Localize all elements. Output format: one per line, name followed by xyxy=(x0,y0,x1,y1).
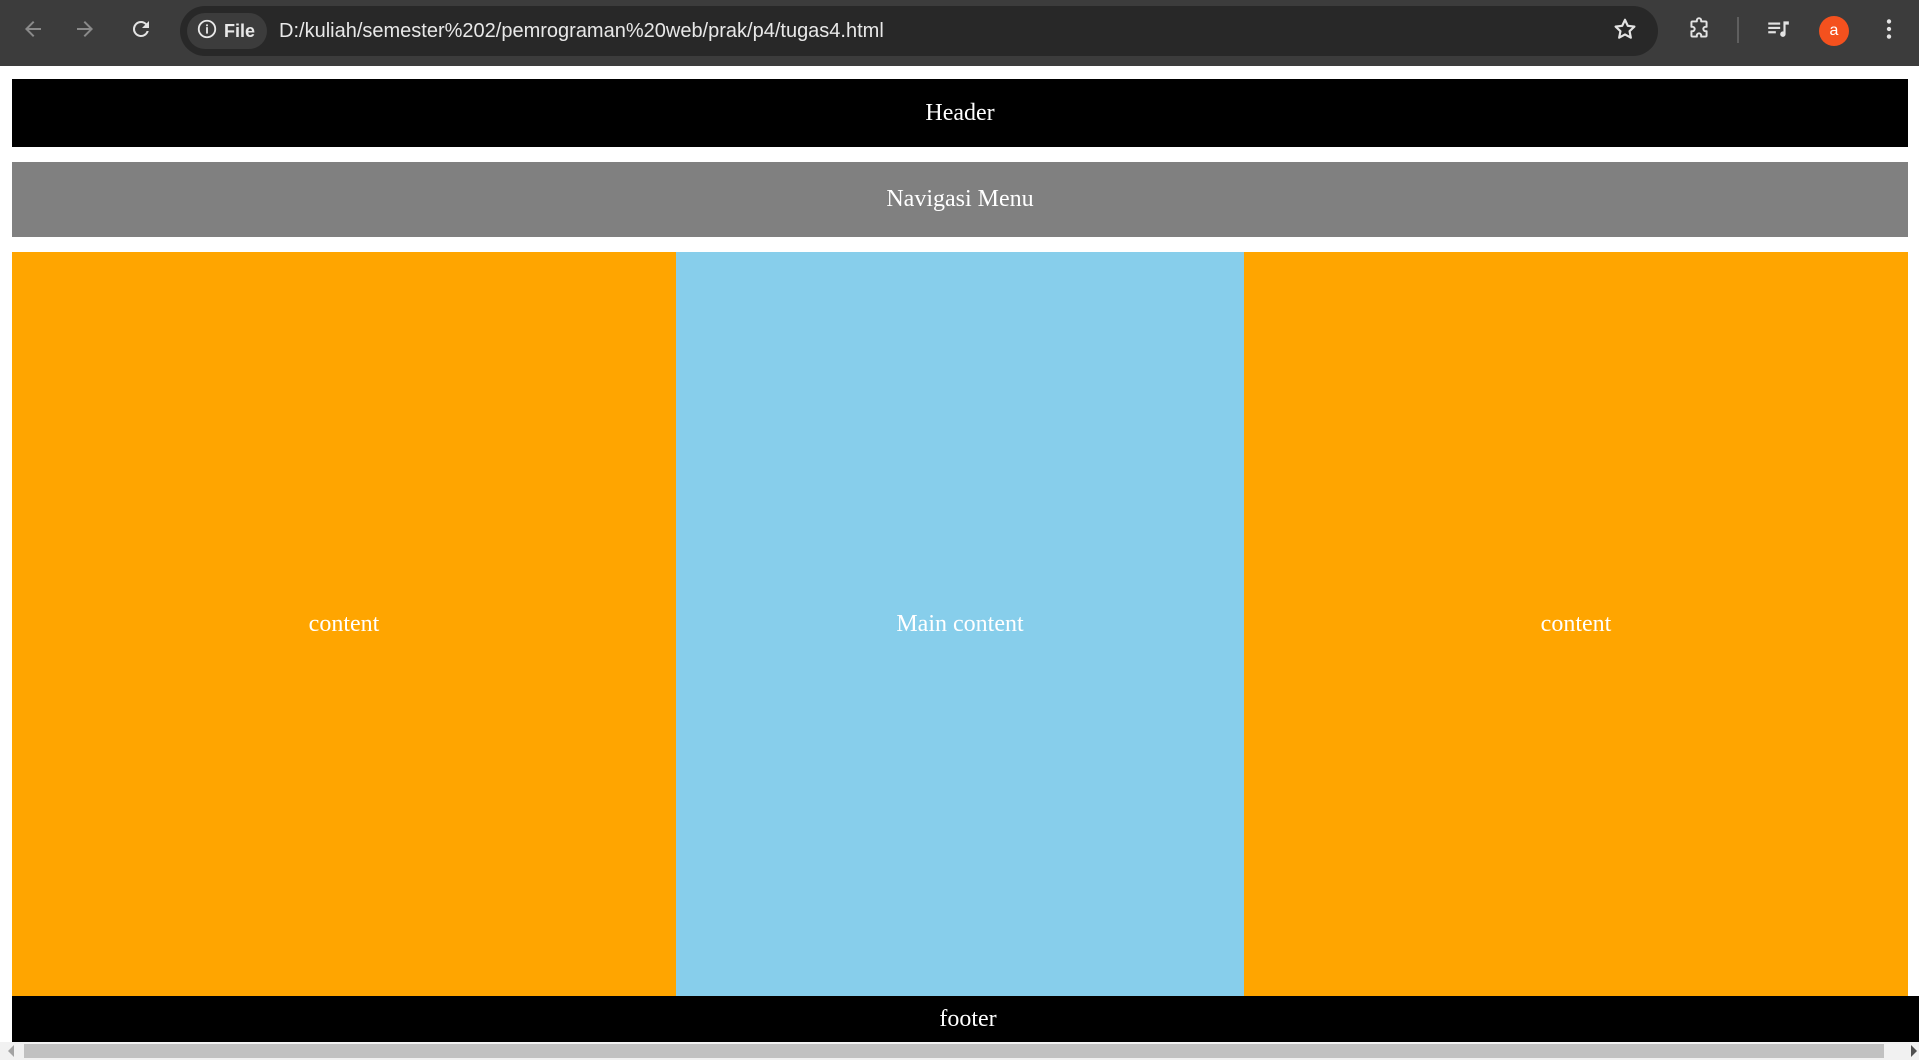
scroll-right-arrow[interactable] xyxy=(1911,1045,1917,1057)
url-text[interactable]: D:/kuliah/semester%202/pemrograman%20web… xyxy=(279,20,884,43)
profile-avatar[interactable]: a xyxy=(1819,16,1849,46)
puzzle-icon xyxy=(1686,16,1712,47)
navigation-menu: Navigasi Menu xyxy=(12,162,1908,237)
page-footer: footer xyxy=(12,996,1919,1042)
main-content-text: Main content xyxy=(896,610,1024,637)
footer-text: footer xyxy=(939,1005,997,1032)
reload-button[interactable] xyxy=(121,11,161,51)
forward-button[interactable] xyxy=(65,11,105,51)
bookmark-button[interactable] xyxy=(1610,16,1640,46)
header-text: Header xyxy=(925,99,995,126)
scrollbar-thumb[interactable] xyxy=(24,1044,1884,1058)
nav-menu-text: Navigasi Menu xyxy=(886,186,1034,212)
reload-icon xyxy=(129,17,153,46)
back-button[interactable] xyxy=(13,11,53,51)
scroll-left-arrow[interactable] xyxy=(8,1045,14,1057)
media-queue-icon xyxy=(1765,16,1791,47)
address-bar[interactable]: File D:/kuliah/semester%202/pemrograman%… xyxy=(180,6,1658,56)
horizontal-scrollbar[interactable] xyxy=(0,1042,1919,1060)
star-icon xyxy=(1612,16,1638,47)
page-header: Header xyxy=(12,79,1908,147)
right-content-text: content xyxy=(1540,610,1612,637)
browser-toolbar: File D:/kuliah/semester%202/pemrograman%… xyxy=(0,0,1919,66)
left-content-text: content xyxy=(308,610,380,637)
info-icon xyxy=(196,18,218,45)
page-viewport: Header Navigasi Menu content Main conten… xyxy=(0,66,1919,1042)
right-content-column: content xyxy=(1244,252,1908,996)
left-content-column: content xyxy=(12,252,676,996)
extensions-button[interactable] xyxy=(1681,13,1717,49)
arrow-left-icon xyxy=(21,17,45,46)
kebab-menu-icon xyxy=(1876,16,1902,47)
site-info-chip[interactable]: File xyxy=(187,13,268,49)
arrow-right-icon xyxy=(73,17,97,46)
site-chip-label: File xyxy=(224,20,256,41)
main-content-column: Main content xyxy=(676,252,1244,996)
media-controls-button[interactable] xyxy=(1760,13,1796,49)
browser-menu-button[interactable] xyxy=(1871,13,1907,49)
toolbar-divider xyxy=(1737,17,1739,43)
